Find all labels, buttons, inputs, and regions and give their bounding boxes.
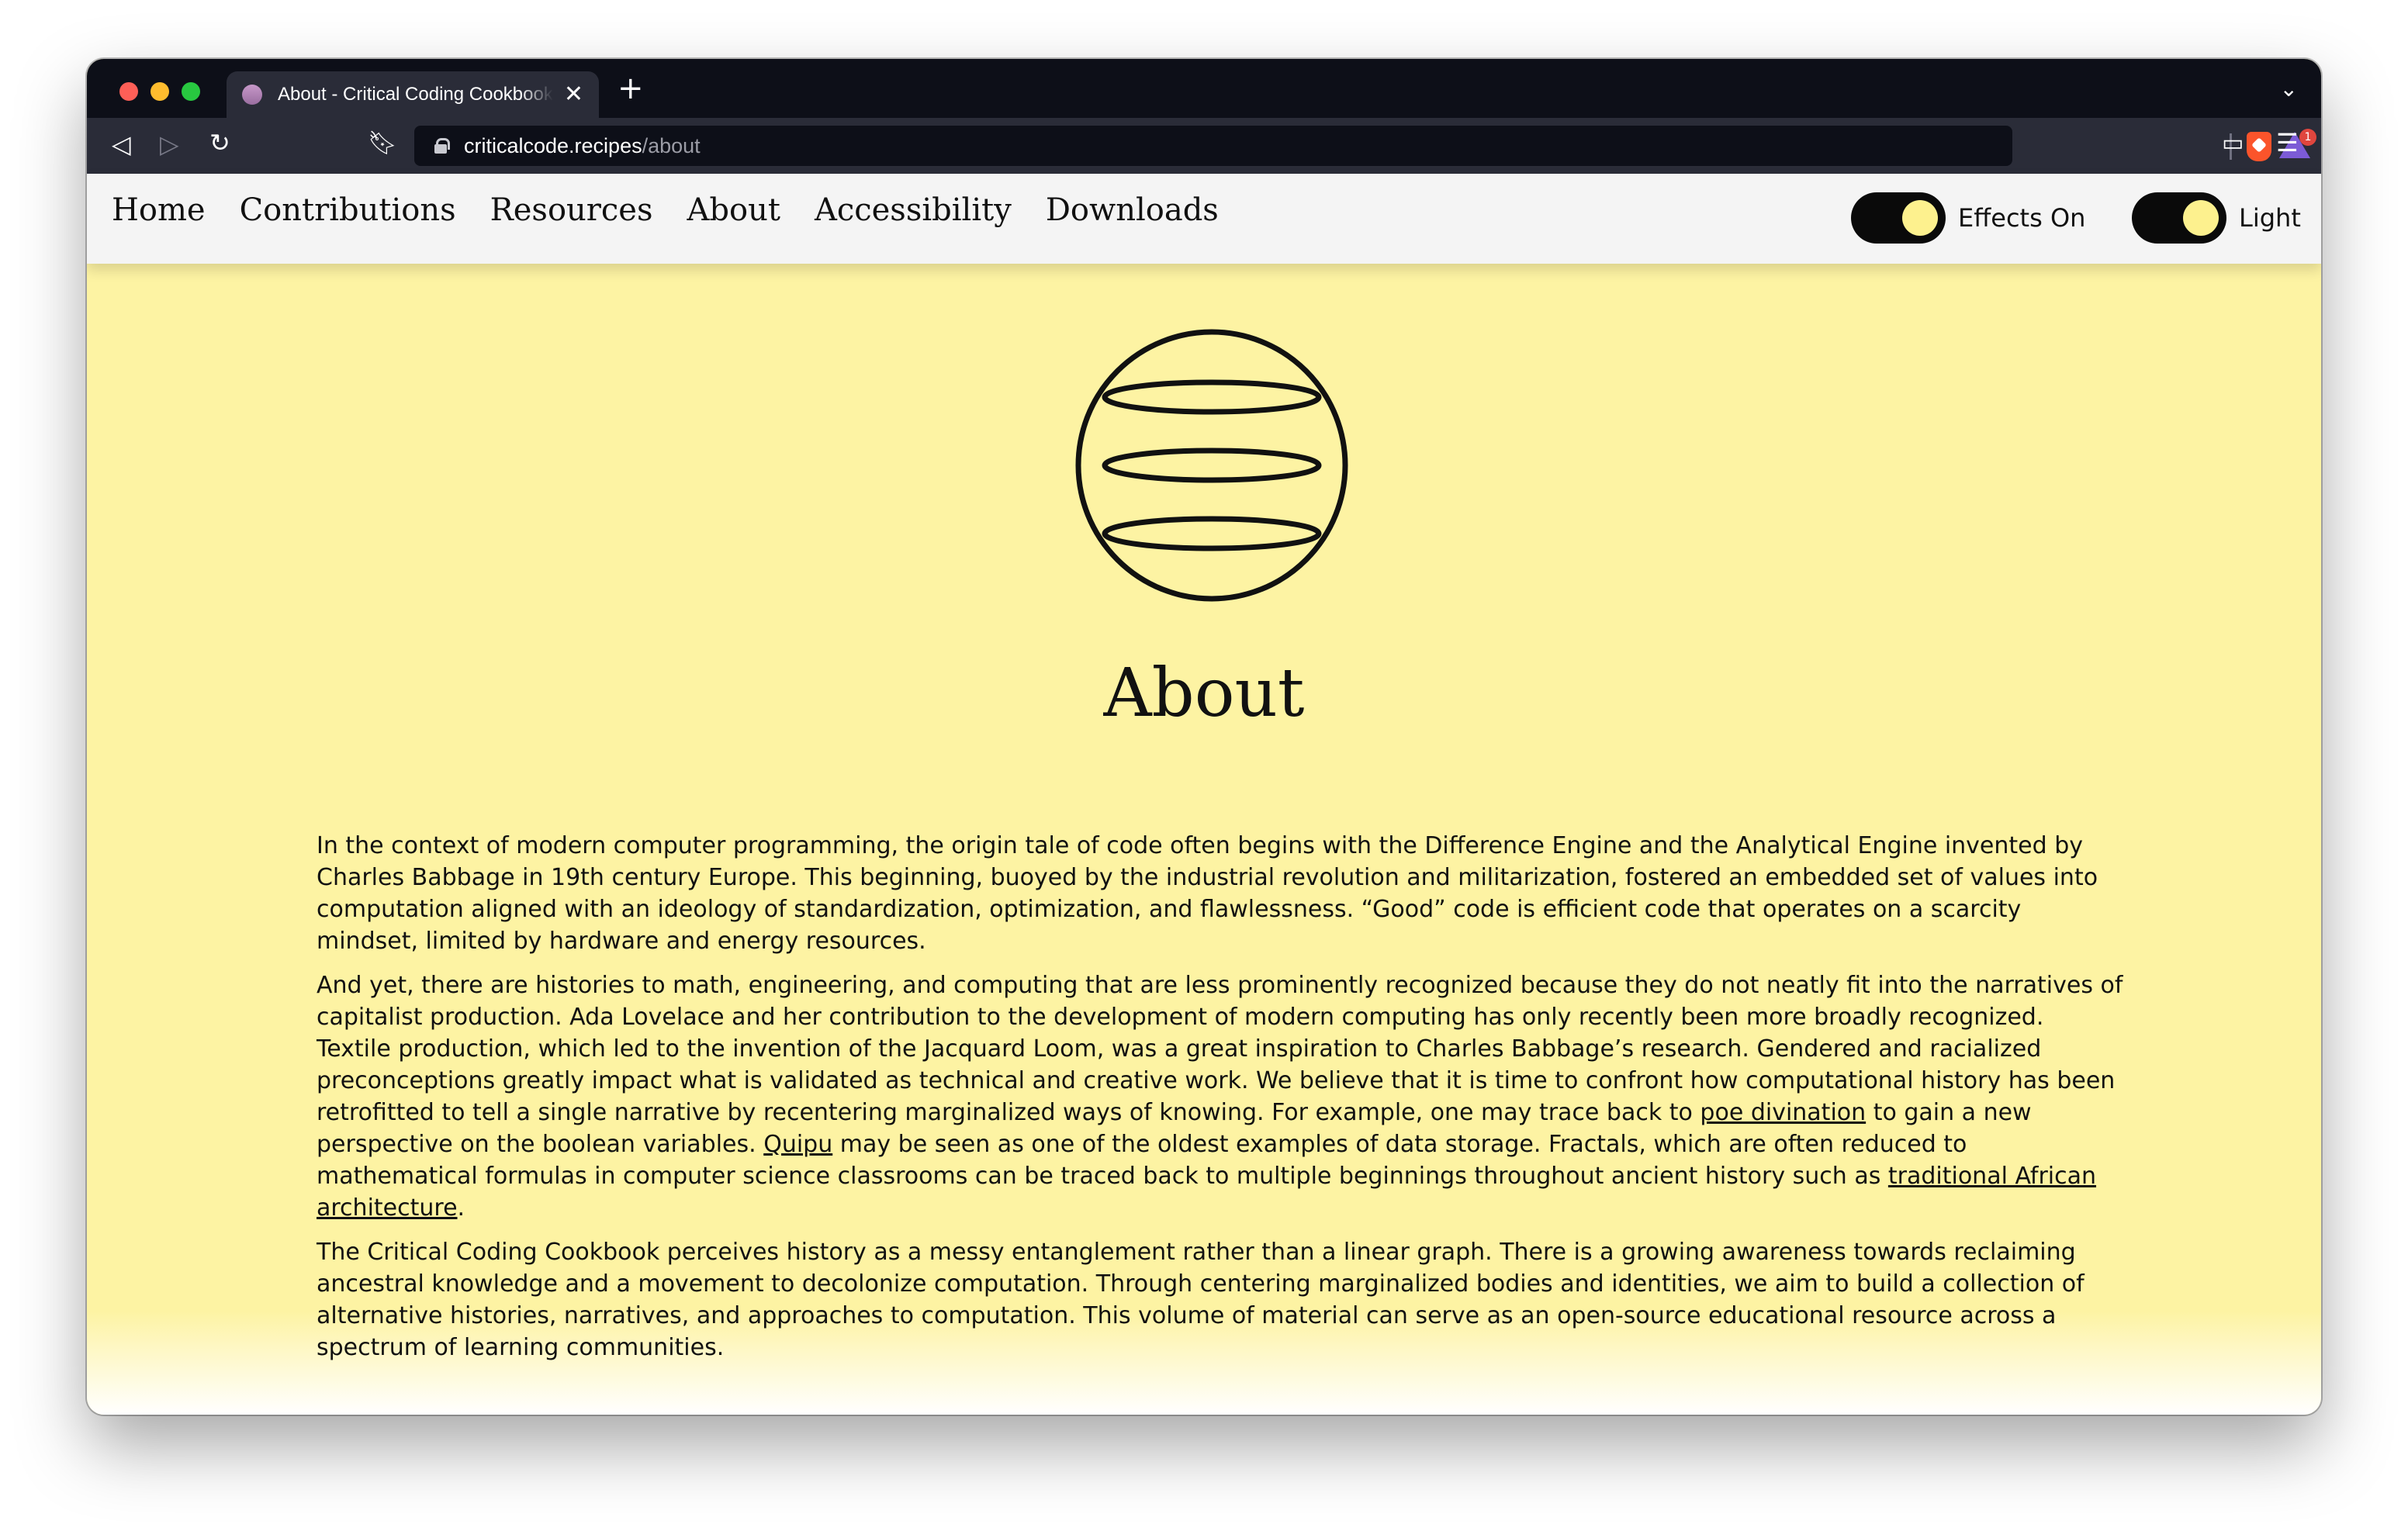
browser-window: About - Critical Coding Cookbook ✕ + ⌄ ◁… — [87, 59, 2321, 1415]
poe-divination-link[interactable]: poe divination — [1700, 1099, 1866, 1126]
quipu-link[interactable]: Quipu — [763, 1131, 832, 1158]
brave-shields-icon[interactable] — [2247, 132, 2271, 161]
plus-icon[interactable]: + — [618, 73, 644, 104]
nav-link-about[interactable]: About — [687, 192, 780, 228]
effects-toggle-knob — [1902, 200, 1938, 236]
about-paragraph-3: The Critical Coding Cookbook perceives h… — [317, 1239, 2085, 1361]
address-bar[interactable]: criticalcode.recipes/about 1 — [414, 126, 2316, 166]
nav-link-downloads[interactable]: Downloads — [1046, 192, 1219, 228]
page-title: About — [1103, 655, 1305, 732]
about-paragraph-2: And yet, there are histories to math, en… — [317, 972, 2123, 1222]
reload-icon[interactable]: ↻ — [209, 130, 230, 155]
rewards-badge: 1 — [2299, 129, 2316, 146]
nav-links: Home Contributions Resources About Acces… — [112, 192, 1253, 228]
minimize-window-button[interactable] — [150, 82, 169, 101]
wallet-icon[interactable]: ▭ — [2222, 132, 2244, 155]
nav-link-resources[interactable]: Resources — [490, 192, 653, 228]
forward-icon[interactable]: ▷ — [160, 132, 179, 157]
site-navigation: Home Contributions Resources About Acces… — [87, 174, 2321, 264]
browser-tab-about[interactable]: About - Critical Coding Cookbook ✕ — [227, 71, 599, 118]
bookmark-icon[interactable]: 🔖︎ — [368, 132, 397, 155]
main-content: About In the context of modern computer … — [87, 264, 2321, 1415]
favicon-icon — [242, 85, 262, 105]
nav-link-accessibility[interactable]: Accessibility — [815, 192, 1012, 228]
about-article: In the context of modern computer progra… — [317, 830, 2124, 1376]
browser-toolbar: ◁ ▷ ↻ 🔖︎ criticalcode.recipes/about 1 ▭ … — [87, 118, 2321, 174]
about-paragraph-1: In the context of modern computer progra… — [317, 832, 2098, 955]
theme-toggle-label: Light — [2239, 203, 2301, 233]
tab-close-icon[interactable]: ✕ — [564, 83, 583, 106]
back-icon[interactable]: ◁ — [112, 132, 131, 157]
striped-sphere-icon — [1075, 329, 1348, 602]
nav-link-contributions[interactable]: Contributions — [240, 192, 456, 228]
nav-link-home[interactable]: Home — [112, 192, 206, 228]
tab-title: About - Critical Coding Cookbook — [278, 84, 553, 105]
effects-toggle-group: Effects On — [1851, 192, 2085, 244]
tab-strip: About - Critical Coding Cookbook ✕ + ⌄ — [87, 59, 2321, 118]
close-window-button[interactable] — [119, 82, 138, 101]
url-text: criticalcode.recipes/about — [464, 133, 701, 157]
chevron-down-icon[interactable]: ⌄ — [2280, 76, 2298, 102]
lock-icon — [434, 138, 450, 154]
theme-toggle-knob — [2183, 200, 2219, 236]
effects-toggle-label: Effects On — [1958, 203, 2086, 233]
menu-icon[interactable]: ☰ — [2276, 130, 2299, 155]
maximize-window-button[interactable] — [182, 82, 200, 101]
theme-toggle-group: Light — [2132, 192, 2301, 244]
effects-toggle[interactable] — [1851, 192, 1946, 244]
theme-toggle[interactable] — [2132, 192, 2226, 244]
